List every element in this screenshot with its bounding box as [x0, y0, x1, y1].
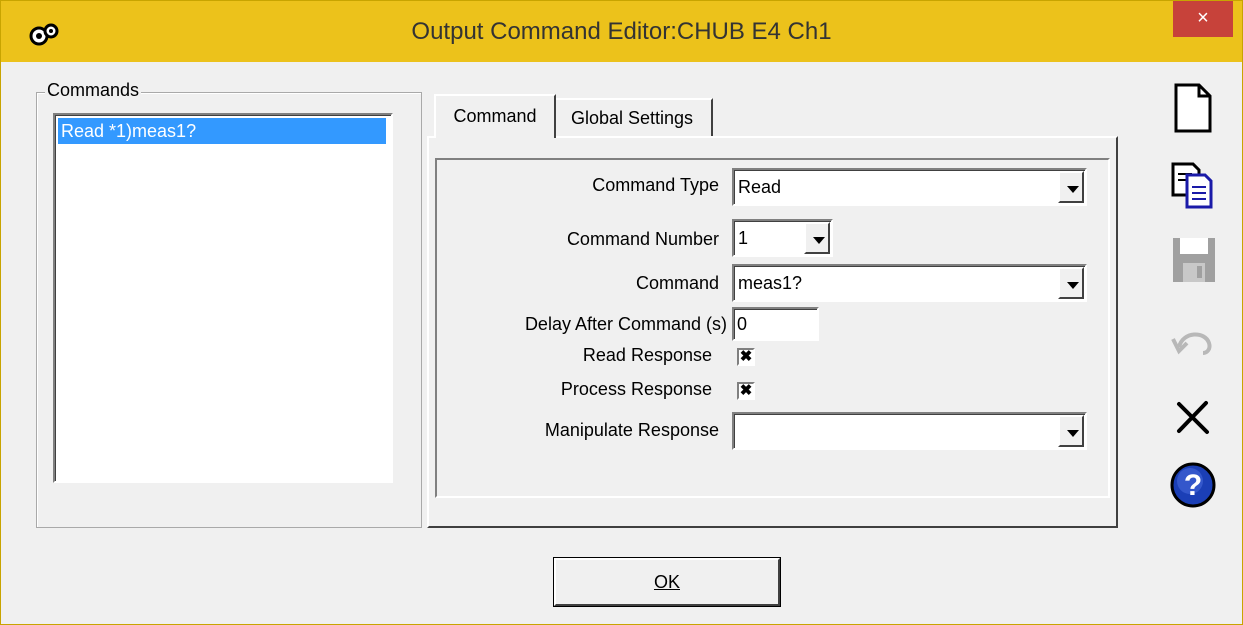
delay-label: Delay After Command (s) — [524, 314, 727, 334]
command-select[interactable]: meas1? — [732, 264, 1087, 302]
manipulate-response-select[interactable] — [732, 412, 1087, 450]
chevron-down-icon[interactable] — [804, 222, 830, 254]
dialog-window: Output Command Editor:CHUB E4 Ch1 × Comm… — [0, 0, 1243, 625]
commands-list[interactable]: Read *1)meas1? — [53, 113, 393, 483]
window-title: Output Command Editor:CHUB E4 Ch1 — [411, 18, 832, 45]
chevron-down-icon[interactable] — [1058, 415, 1084, 447]
delete-icon[interactable] — [1165, 391, 1219, 441]
command-number-value: 1 — [738, 228, 749, 248]
copy-icon[interactable] — [1165, 159, 1219, 209]
title-bar[interactable]: Output Command Editor:CHUB E4 Ch1 × — [1, 1, 1242, 62]
ok-button[interactable]: OK — [553, 557, 781, 607]
command-number-label: Command Number — [566, 229, 719, 249]
process-response-checkbox[interactable]: ✖ — [737, 382, 755, 400]
new-document-icon[interactable] — [1165, 83, 1219, 133]
command-type-label: Command Type — [592, 175, 719, 195]
command-value: meas1? — [738, 273, 803, 293]
command-number-select[interactable]: 1 — [732, 219, 833, 257]
command-type-select[interactable]: Read — [732, 168, 1087, 206]
chevron-down-icon[interactable] — [1058, 267, 1084, 299]
commands-group: Commands Read *1)meas1? — [36, 80, 422, 528]
delay-input[interactable]: 0 — [732, 307, 819, 341]
close-icon: × — [1197, 7, 1209, 29]
save-icon — [1173, 238, 1215, 282]
command-type-value: Read — [738, 177, 782, 197]
tab-command[interactable]: Command — [434, 94, 556, 138]
process-response-label: Process Response — [560, 379, 712, 399]
command-label: Command — [635, 273, 719, 293]
close-button[interactable]: × — [1173, 1, 1233, 37]
list-item[interactable]: Read *1)meas1? — [58, 118, 386, 144]
svg-text:?: ? — [1184, 469, 1202, 502]
read-response-label: Read Response — [582, 345, 712, 365]
ok-button-label: OK — [653, 572, 680, 592]
commands-group-legend: Commands — [45, 80, 142, 101]
manipulate-response-label: Manipulate Response — [544, 420, 719, 440]
chevron-down-icon[interactable] — [1058, 171, 1084, 203]
undo-icon — [1171, 332, 1212, 355]
help-icon[interactable]: ? — [1165, 459, 1219, 509]
read-response-checkbox[interactable]: ✖ — [737, 348, 755, 366]
tab-global-settings[interactable]: Global Settings — [553, 98, 713, 136]
